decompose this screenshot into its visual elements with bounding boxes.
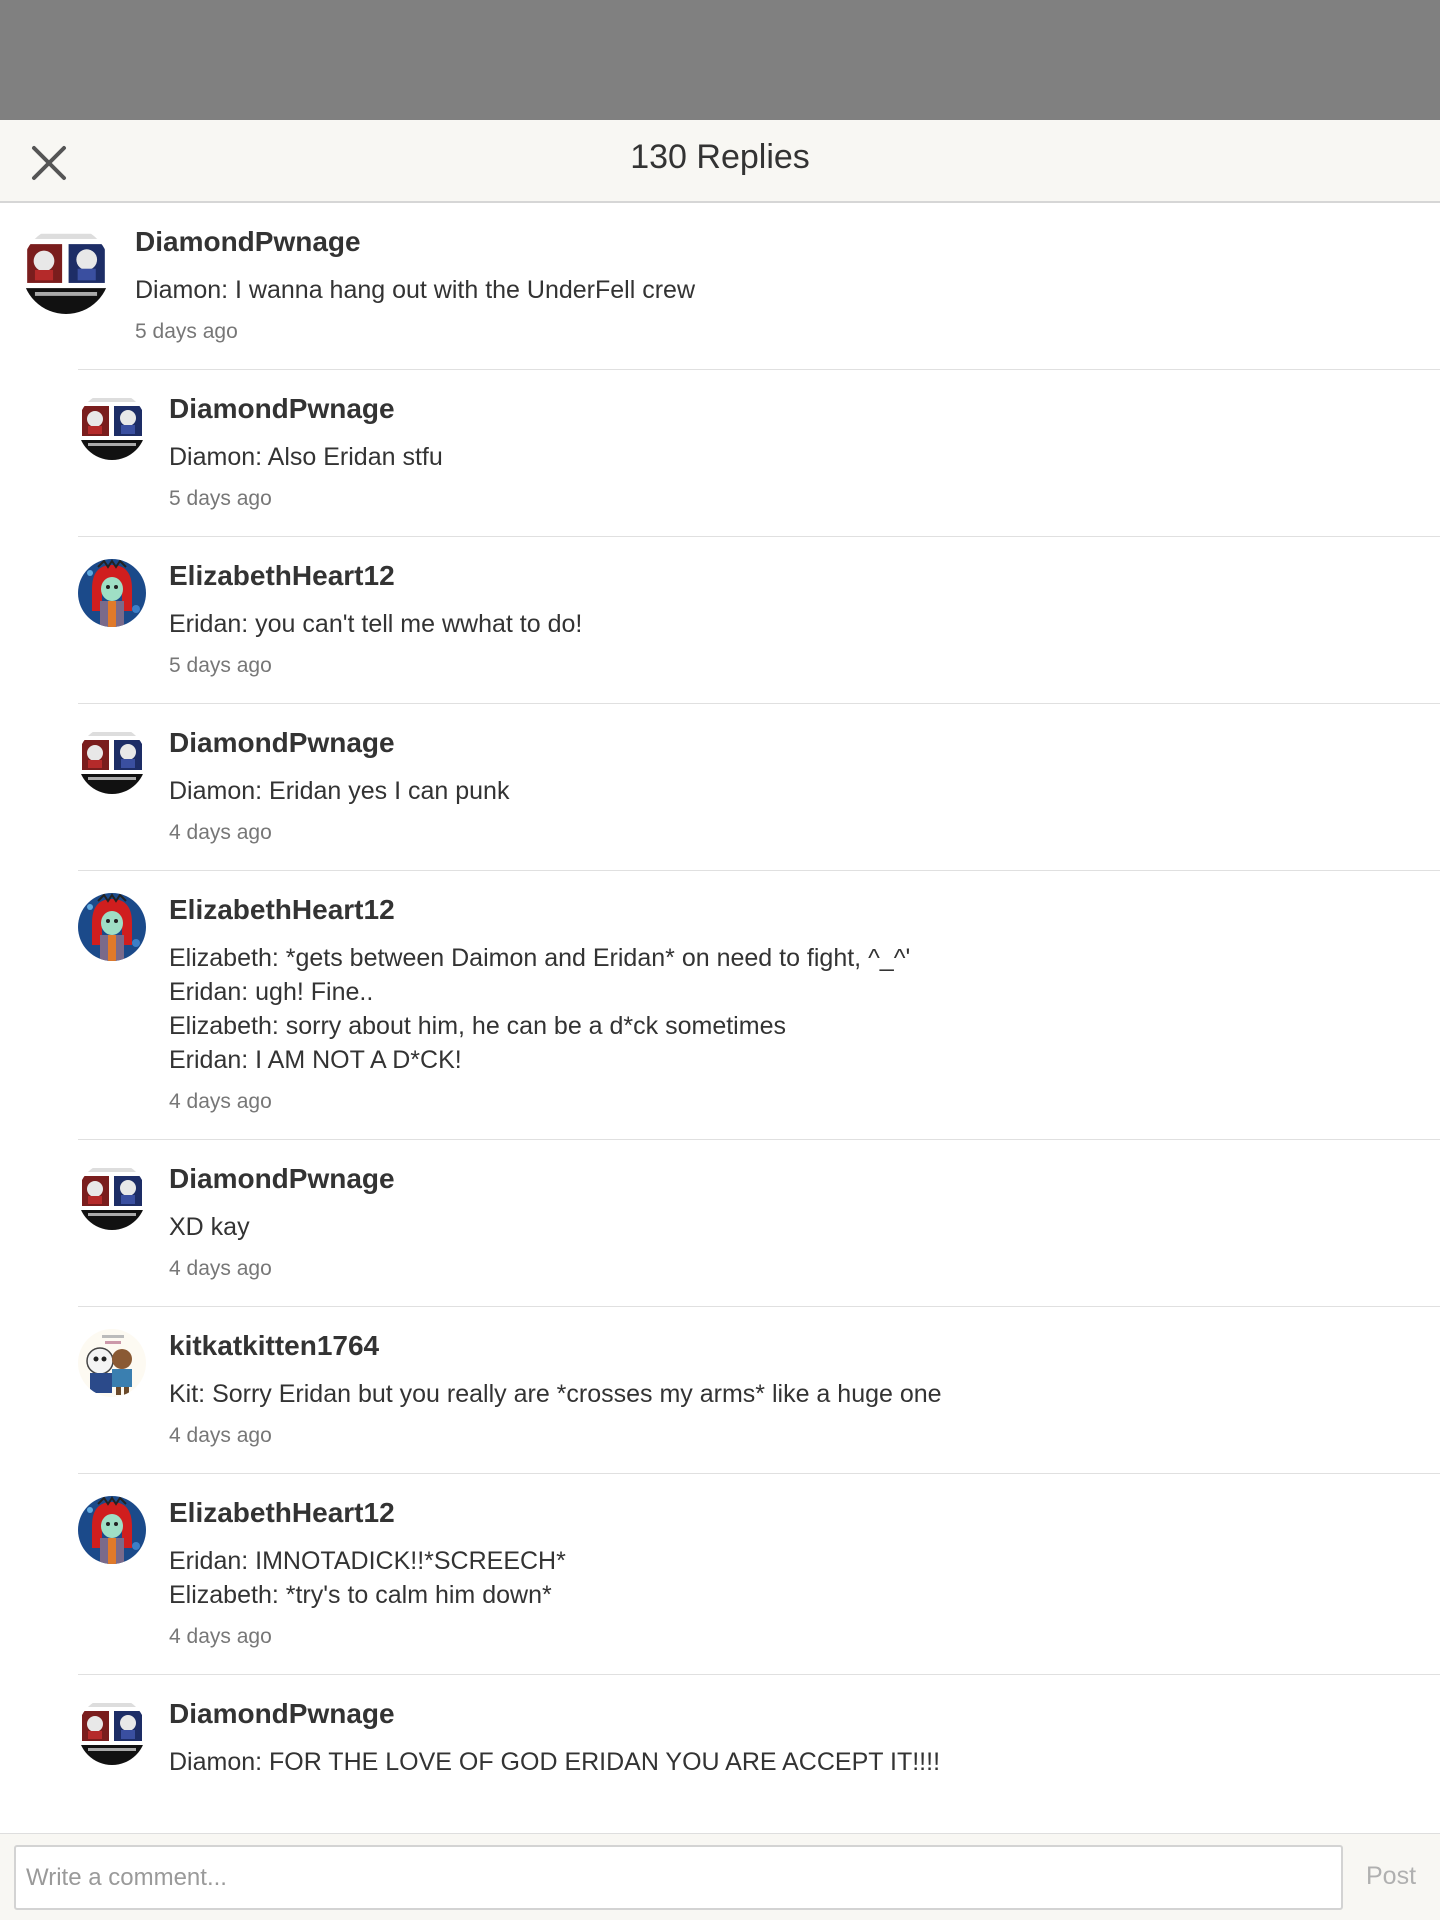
kitkat-avatar[interactable] bbox=[78, 1329, 146, 1397]
username[interactable]: kitkatkitten1764 bbox=[169, 1329, 1440, 1363]
username[interactable]: ElizabethHeart12 bbox=[169, 1496, 1440, 1530]
timestamp: 4 days ago bbox=[169, 821, 272, 844]
reply-text: Elizabeth: *gets between Daimon and Erid… bbox=[169, 944, 911, 1074]
reply-text: Kit: Sorry Eridan but you really are *cr… bbox=[169, 1380, 942, 1408]
reply-item: ElizabethHeart12 Elizabeth: *gets betwee… bbox=[78, 870, 1440, 1139]
username[interactable]: DiamondPwnage bbox=[169, 726, 1440, 760]
username[interactable]: DiamondPwnage bbox=[169, 1162, 1440, 1196]
reply-item: kitkatkitten1764 Kit: Sorry Eridan but y… bbox=[78, 1306, 1440, 1473]
reply-text: XD kay bbox=[169, 1213, 250, 1241]
page-title: 130 Replies bbox=[630, 138, 810, 176]
reply-item: DiamondPwnage XD kay 4 days ago bbox=[78, 1139, 1440, 1306]
timestamp: 4 days ago bbox=[169, 1625, 272, 1648]
username[interactable]: ElizabethHeart12 bbox=[169, 893, 1440, 927]
username[interactable]: DiamondPwnage bbox=[169, 392, 1440, 426]
diamond-avatar[interactable] bbox=[22, 226, 110, 314]
elizabeth-avatar[interactable] bbox=[78, 893, 146, 961]
reply-item: DiamondPwnage Diamon: Eridan yes I can p… bbox=[78, 703, 1440, 870]
timestamp: 4 days ago bbox=[169, 1090, 272, 1113]
diamond-avatar[interactable] bbox=[78, 392, 146, 460]
reply-item: ElizabethHeart12 Eridan: you can't tell … bbox=[78, 536, 1440, 703]
reply-text: Diamon: Eridan yes I can punk bbox=[169, 777, 510, 805]
diamond-avatar[interactable] bbox=[78, 1162, 146, 1230]
timestamp: 5 days ago bbox=[135, 320, 238, 343]
reply-item: DiamondPwnage Diamon: FOR THE LOVE OF GO… bbox=[78, 1674, 1440, 1811]
elizabeth-avatar[interactable] bbox=[78, 559, 146, 627]
diamond-avatar[interactable] bbox=[78, 1697, 146, 1765]
reply-item: DiamondPwnage Diamon: I wanna hang out w… bbox=[0, 203, 1440, 369]
timestamp: 5 days ago bbox=[169, 487, 272, 510]
comment-input[interactable] bbox=[14, 1845, 1343, 1910]
timestamp: 4 days ago bbox=[169, 1424, 272, 1447]
reply-text: Diamon: I wanna hang out with the UnderF… bbox=[135, 276, 696, 304]
username[interactable]: DiamondPwnage bbox=[169, 1697, 1440, 1731]
reply-text: Diamon: Also Eridan stfu bbox=[169, 443, 443, 471]
reply-text: Eridan: you can't tell me wwhat to do! bbox=[169, 610, 583, 638]
reply-item: DiamondPwnage Diamon: Also Eridan stfu 5… bbox=[78, 369, 1440, 536]
diamond-avatar[interactable] bbox=[78, 726, 146, 794]
comment-composer: Post bbox=[0, 1833, 1440, 1920]
reply-text: Diamon: FOR THE LOVE OF GOD ERIDAN YOU A… bbox=[169, 1748, 941, 1776]
post-button[interactable]: Post bbox=[1366, 1862, 1416, 1891]
timestamp: 5 days ago bbox=[169, 654, 272, 677]
reply-item: ElizabethHeart12 Eridan: IMNOTADICK!!*SC… bbox=[78, 1473, 1440, 1674]
username[interactable]: ElizabethHeart12 bbox=[169, 559, 1440, 593]
elizabeth-avatar[interactable] bbox=[78, 1496, 146, 1564]
replies-header: 130 Replies bbox=[0, 120, 1440, 203]
reply-text: Eridan: IMNOTADICK!!*SCREECH* Elizabeth:… bbox=[169, 1547, 566, 1609]
timestamp: 4 days ago bbox=[169, 1257, 272, 1280]
dimmed-background bbox=[0, 0, 1440, 120]
replies-list[interactable]: DiamondPwnage Diamon: I wanna hang out w… bbox=[0, 203, 1440, 1833]
username[interactable]: DiamondPwnage bbox=[135, 225, 1440, 259]
